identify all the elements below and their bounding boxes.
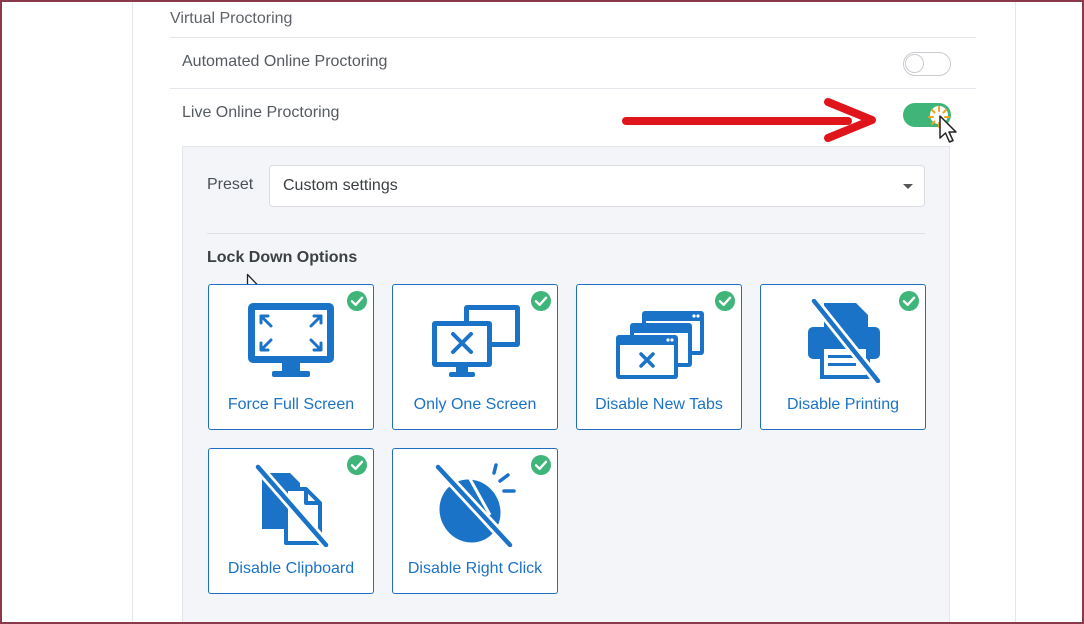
preset-selected-value: Custom settings [283,177,398,194]
option-label: Disable Right Click [407,560,543,577]
preset-label: Preset [207,176,254,193]
option-label: Force Full Screen [227,396,355,413]
automated-proctoring-toggle[interactable] [903,52,951,76]
lockdown-option-disable-right-click[interactable]: Disable Right Click [392,448,558,594]
automated-proctoring-label: Automated Online Proctoring [182,53,388,70]
browser-tabs-icon [616,311,704,379]
divider [207,233,925,234]
toggle-knob [905,54,924,73]
lockdown-title: Lock Down Options [207,249,358,266]
check-icon [899,291,919,311]
mouse-disabled-icon [434,463,516,547]
option-label: Disable Printing [786,396,900,413]
preset-select[interactable]: Custom settings [269,165,925,207]
option-label: Disable New Tabs [595,396,723,413]
option-label: Only One Screen [413,396,537,413]
check-icon [531,455,551,475]
printer-disabled-icon [808,299,882,383]
lockdown-option-disable-clipboard[interactable]: Disable Clipboard [208,448,374,594]
lockdown-option-only-one-screen[interactable]: Only One Screen [392,284,558,430]
divider [170,37,976,38]
chevron-down-icon [903,184,913,189]
check-icon [347,291,367,311]
check-icon [715,291,735,311]
multi-monitor-icon [432,305,520,377]
divider [170,88,976,89]
live-proctoring-label: Live Online Proctoring [182,104,340,121]
lockdown-option-disable-new-tabs[interactable]: Disable New Tabs [576,284,742,430]
section-title: Virtual Proctoring [170,10,293,27]
lockdown-option-force-full-screen[interactable]: Force Full Screen [208,284,374,430]
lockdown-option-disable-printing[interactable]: Disable Printing [760,284,926,430]
clipboard-disabled-icon [254,463,330,547]
fullscreen-monitor-icon [248,303,334,377]
mouse-pointer-icon [939,115,957,143]
check-icon [347,455,367,475]
red-arrow-annotation [622,98,876,142]
option-label: Disable Clipboard [227,560,355,577]
check-icon [531,291,551,311]
